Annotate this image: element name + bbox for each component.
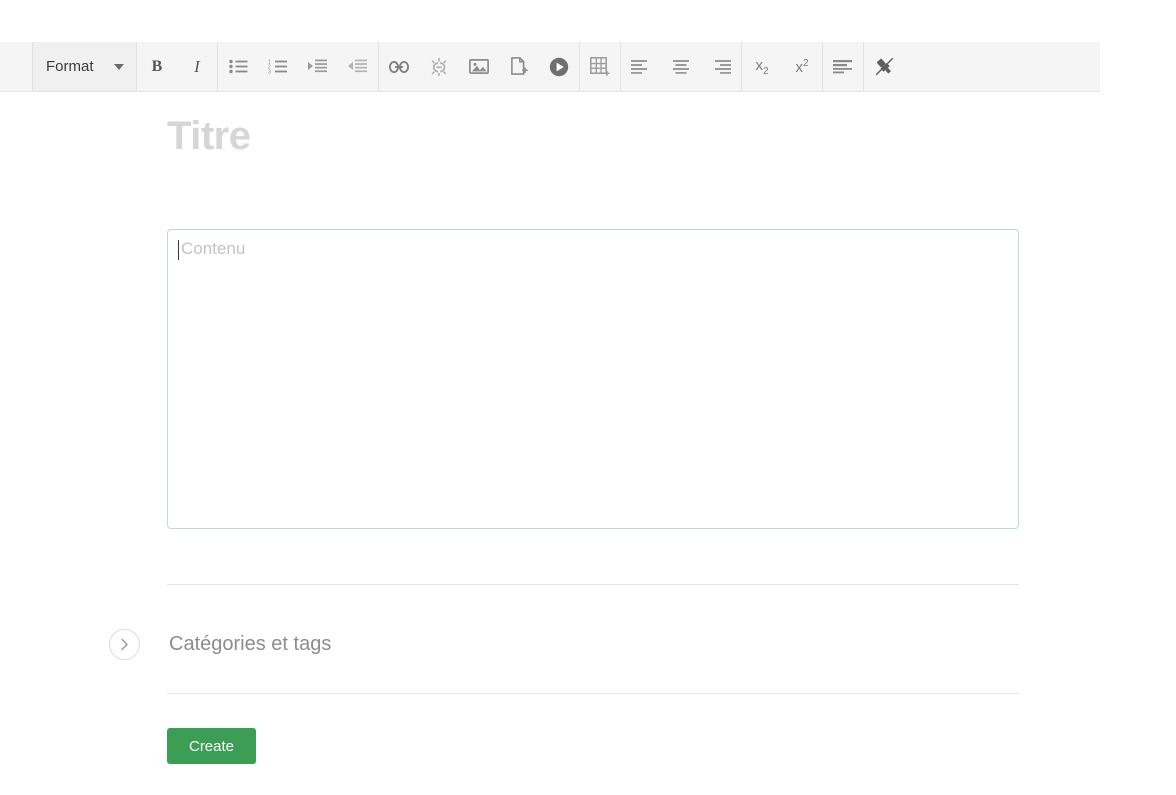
- title-input[interactable]: Titre: [167, 114, 1019, 158]
- divider-below-categories: [167, 693, 1019, 694]
- content-placeholder: Contenu: [178, 239, 246, 260]
- superscript-icon: x2: [795, 57, 809, 76]
- insert-image-button[interactable]: [459, 42, 499, 91]
- align-left-button[interactable]: [621, 42, 661, 91]
- subscript-button[interactable]: x2: [742, 42, 782, 91]
- align-justify-icon: [833, 59, 853, 74]
- unlink-icon: [429, 57, 449, 76]
- indent-button[interactable]: [298, 42, 338, 91]
- insert-table-button[interactable]: [580, 42, 620, 91]
- content-editor[interactable]: Contenu: [167, 229, 1019, 529]
- insert-file-button[interactable]: [499, 42, 539, 91]
- italic-button[interactable]: I: [177, 42, 217, 91]
- video-play-icon: [549, 57, 569, 77]
- categories-expand-toggle[interactable]: [109, 629, 140, 660]
- document-area: Titre Contenu Catégories et tags Create: [0, 92, 1176, 795]
- image-icon: [469, 58, 489, 75]
- bullet-list-icon: [228, 59, 248, 74]
- indent-increase-icon: [308, 59, 328, 74]
- align-justify-button[interactable]: [823, 42, 863, 91]
- link-icon: [389, 60, 409, 73]
- chevron-down-icon: [114, 63, 124, 70]
- insert-group: [379, 42, 580, 91]
- svg-text:3: 3: [268, 69, 271, 74]
- categories-section: Catégories et tags: [109, 617, 1019, 672]
- text-style-group: B I: [137, 42, 218, 91]
- unlink-button[interactable]: [419, 42, 459, 91]
- align-center-button[interactable]: [661, 42, 701, 91]
- categories-label: Catégories et tags: [169, 633, 332, 655]
- divider-above-categories: [167, 584, 1019, 585]
- bold-button[interactable]: B: [137, 42, 177, 91]
- italic-icon: I: [194, 56, 200, 76]
- list-group: 1 2 3: [218, 42, 379, 91]
- align-left-icon: [631, 59, 651, 74]
- outdent-button[interactable]: [338, 42, 378, 91]
- format-dropdown-label: Format: [46, 58, 94, 75]
- chevron-right-icon: [121, 638, 128, 651]
- remove-format-button[interactable]: [864, 42, 904, 91]
- toolbar-left-spacer: [0, 42, 32, 91]
- align-center-icon: [671, 59, 691, 74]
- bullet-list-button[interactable]: [218, 42, 258, 91]
- numbered-list-icon: 1 2 3: [268, 59, 288, 74]
- justify-group: [823, 42, 864, 91]
- bold-icon: B: [151, 57, 163, 75]
- file-add-icon: [510, 57, 528, 76]
- format-dropdown[interactable]: Format: [32, 42, 137, 91]
- create-button[interactable]: Create: [167, 728, 256, 764]
- editor-toolbar: Format B I 1 2 3 x2 x2: [0, 42, 1100, 92]
- clear-format-group: [864, 42, 904, 91]
- align-group: [621, 42, 742, 91]
- numbered-list-button[interactable]: 1 2 3: [258, 42, 298, 91]
- subscript-icon: x2: [755, 56, 769, 77]
- table-group: [580, 42, 621, 91]
- indent-decrease-icon: [348, 59, 368, 74]
- remove-format-brush-icon: [874, 56, 895, 77]
- align-right-button[interactable]: [701, 42, 741, 91]
- insert-video-button[interactable]: [539, 42, 579, 91]
- text-caret: [178, 240, 179, 260]
- content-placeholder-text: Contenu: [181, 239, 246, 258]
- align-right-icon: [711, 59, 731, 74]
- table-add-icon: [590, 57, 610, 76]
- superscript-button[interactable]: x2: [782, 42, 822, 91]
- script-group: x2 x2: [742, 42, 823, 91]
- link-button[interactable]: [379, 42, 419, 91]
